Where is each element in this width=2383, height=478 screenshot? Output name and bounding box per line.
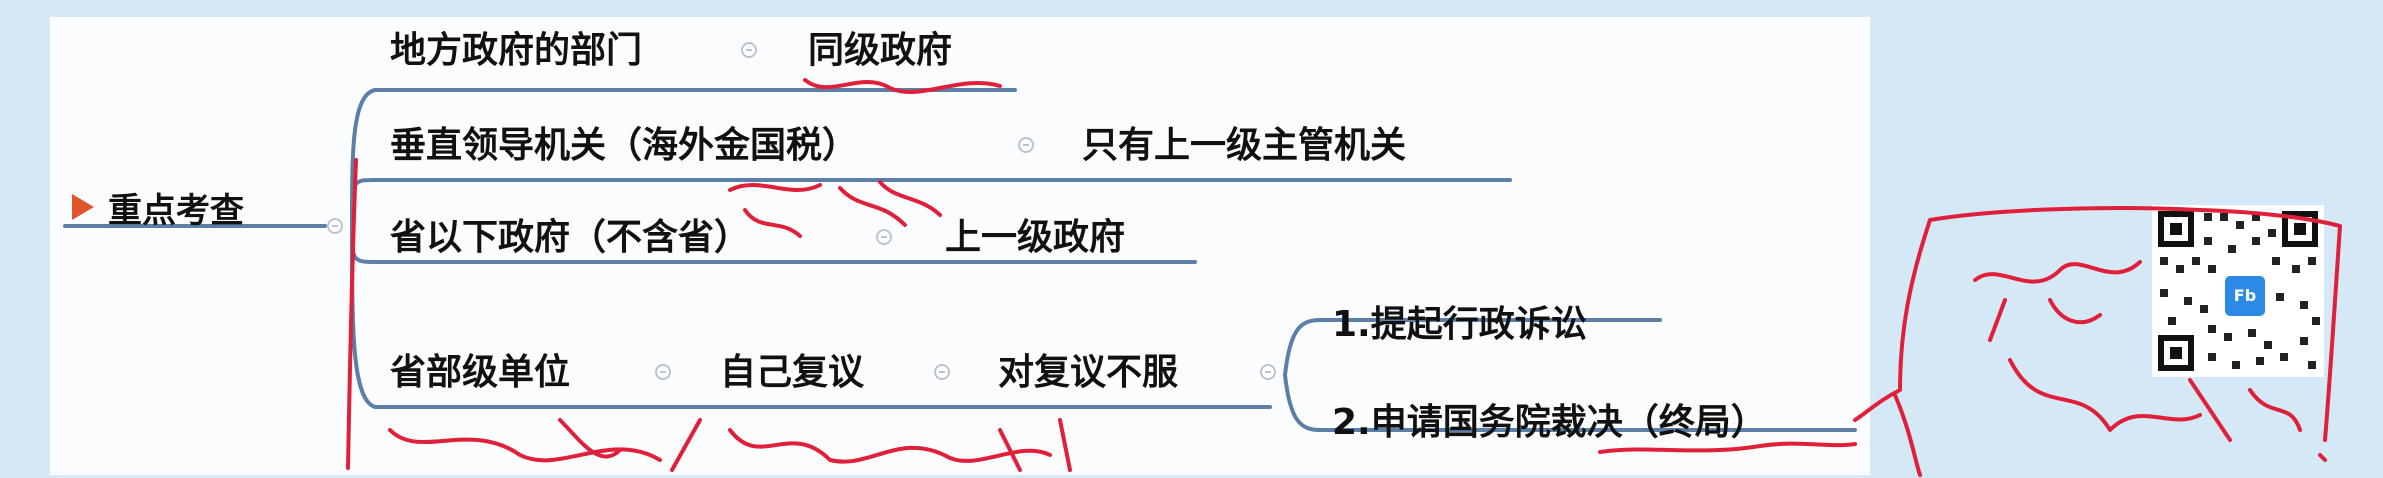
ink-underline-zhongju [1598,441,1857,454]
ink-bracket-right [1853,206,2342,477]
ink-underline-tongji [803,78,1002,94]
ink-scribble-guanli [728,180,942,238]
ink-scribble-right [1973,260,2327,462]
ink-scribble-bottom [388,418,1072,472]
handwriting-overlay [346,78,2342,477]
ink-vertical-bar [346,158,358,470]
